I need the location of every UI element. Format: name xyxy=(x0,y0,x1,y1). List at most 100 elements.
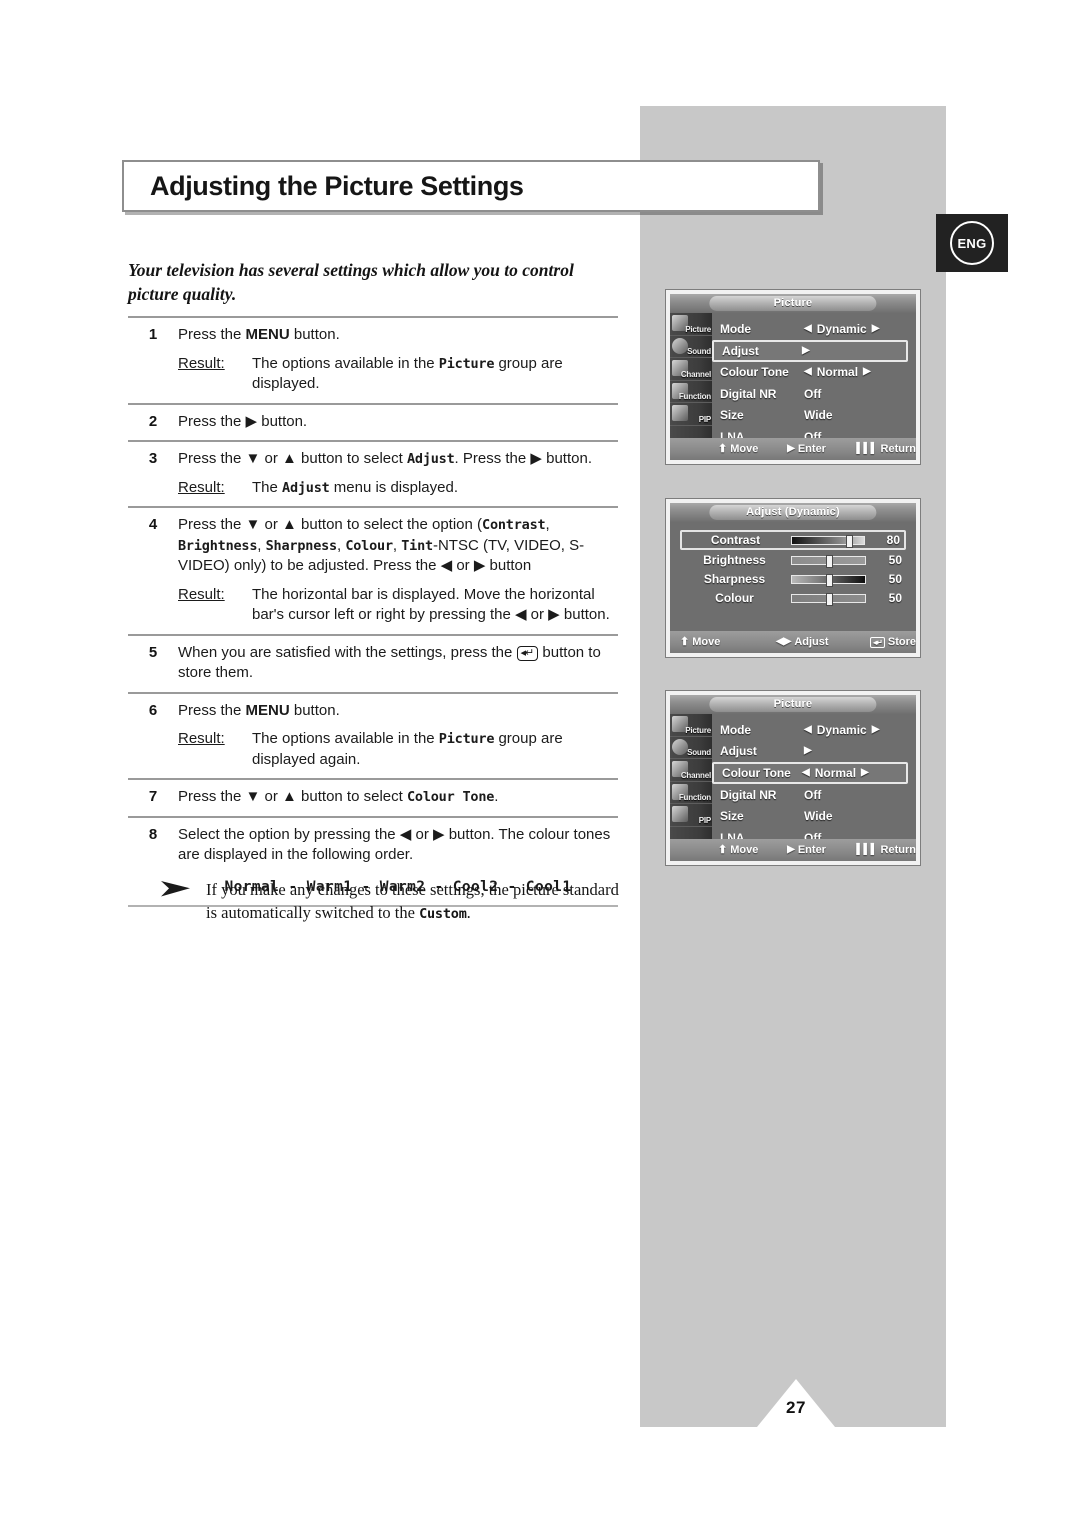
result-label: Result: xyxy=(178,354,225,372)
step-number: 6 xyxy=(148,701,158,719)
pip-icon xyxy=(672,806,688,822)
osd-row-mode[interactable]: Mode ◀ Dynamic ▶ xyxy=(712,719,908,741)
sound-icon xyxy=(672,337,688,354)
osd-picture-menu-1: Picture Picture Sound Channel Function P… xyxy=(665,289,921,465)
osd-row-size[interactable]: Size Wide xyxy=(712,405,908,427)
steps-list: 1 Press the MENU button. Result: The opt… xyxy=(128,316,618,907)
result-text: The Adjust menu is displayed. xyxy=(252,478,458,496)
left-arrow-icon: ◀ xyxy=(804,322,812,334)
step-number: 4 xyxy=(148,516,158,533)
footer-store[interactable]: ◂↵ Store xyxy=(870,636,916,648)
sharpness-slider[interactable] xyxy=(790,573,867,587)
osd-row-adjust[interactable]: Adjust ▶ xyxy=(712,741,908,763)
sidebar-item-function[interactable]: Function xyxy=(670,381,712,403)
footer-adjust[interactable]: ◀▶ Adjust xyxy=(776,636,870,648)
result-text: The horizontal bar is displayed. Move th… xyxy=(252,585,610,624)
step-3: 3 Press the ▼ or ▲ button to select Adju… xyxy=(128,442,618,506)
step-body: Press the MENU button. Result: The optio… xyxy=(178,325,618,395)
osd-title: Picture xyxy=(709,296,877,311)
footer-move[interactable]: ⬆︎ Move xyxy=(680,636,776,648)
store-key-icon: ◂↵ xyxy=(870,636,885,648)
footer-move[interactable]: ⬆︎ Move xyxy=(718,443,787,455)
osd-row-colour-tone[interactable]: Colour Tone ◀ Normal ▶ xyxy=(712,362,908,384)
osd-body: Mode ◀ Dynamic ▶ Adjust ▶ Colour Tone ◀ Nor… xyxy=(712,313,916,444)
osd-titlebar: Adjust (Dynamic) xyxy=(670,503,916,522)
menu-bars-icon: ▌▌▌ xyxy=(856,443,878,454)
osd-row-adjust[interactable]: Adjust ▶ xyxy=(712,339,908,362)
right-arrow-icon: ▶ xyxy=(861,767,869,778)
menu-bars-icon: ▌▌▌ xyxy=(856,844,878,855)
step-number: 5 xyxy=(148,643,158,661)
step-text: Press the ▶ button. xyxy=(178,412,308,430)
osd-inner: Adjust (Dynamic) Contrast 80 Brightness … xyxy=(670,503,916,653)
note-block: If you make any changes to these setting… xyxy=(160,878,620,926)
right-arrow-icon: ▶ xyxy=(863,366,871,378)
slider-row-contrast[interactable]: Contrast 80 xyxy=(680,530,906,550)
right-arrow-icon: ▶ xyxy=(804,745,812,757)
step-1: 1 Press the MENU button. Result: The opt… xyxy=(128,318,618,403)
step-5: 5 When you are satisfied with the settin… xyxy=(128,636,618,692)
sidebar-item-picture[interactable]: Picture xyxy=(670,313,712,336)
sidebar-item-pip[interactable]: PIP xyxy=(670,804,712,827)
step-text-tail: button. xyxy=(289,326,340,343)
osd-row-digital-nr[interactable]: Digital NR Off xyxy=(712,383,908,405)
osd-footer: ⬆︎ Move ▶ Enter ▌▌▌ Return xyxy=(670,839,916,861)
footer-enter[interactable]: ▶ Enter xyxy=(787,443,856,455)
ui-term: Colour Tone xyxy=(406,789,495,805)
osd-row-mode[interactable]: Mode ◀ Dynamic ▶ xyxy=(712,318,908,340)
step-6: 6 Press the MENU button. Result: The opt… xyxy=(128,694,618,779)
footer-enter[interactable]: ▶ Enter xyxy=(787,844,856,856)
up-down-icon: ⬆︎ xyxy=(718,843,728,856)
osd-title: Adjust (Dynamic) xyxy=(709,505,877,520)
result-row: Result: The options available in the Pic… xyxy=(178,354,618,395)
step-body: Press the ▼ or ▲ button to select the op… xyxy=(178,515,618,626)
slider-row-sharpness[interactable]: Sharpness 50 xyxy=(680,570,906,588)
osd-inner: Picture Picture Sound Channel Function P… xyxy=(670,294,916,460)
osd-body: Mode ◀ Dynamic ▶ Adjust ▶ Colour Tone ◀ Nor… xyxy=(712,714,916,845)
left-right-icon: ◀▶ xyxy=(775,636,792,647)
sidebar-item-sound[interactable]: Sound xyxy=(670,737,712,759)
ui-term: Custom xyxy=(419,906,467,922)
sidebar-item-function[interactable]: Function xyxy=(670,782,712,804)
ui-term: Picture xyxy=(438,355,495,372)
footer-move[interactable]: ⬆︎ Move xyxy=(718,844,787,856)
osd-row-size[interactable]: Size Wide xyxy=(712,806,908,828)
osd-titlebar: Picture xyxy=(670,294,916,313)
pip-icon xyxy=(672,405,688,421)
osd-row-digital-nr[interactable]: Digital NR Off xyxy=(712,784,908,806)
osd-adjust-menu: Adjust (Dynamic) Contrast 80 Brightness … xyxy=(665,498,921,658)
contrast-slider[interactable] xyxy=(790,534,865,548)
sidebar-item-channel[interactable]: Channel xyxy=(670,759,712,782)
slider-row-brightness[interactable]: Brightness 50 xyxy=(680,551,906,569)
step-body: Press the MENU button. Result: The optio… xyxy=(178,701,618,771)
sidebar-item-pip[interactable]: PIP xyxy=(670,403,712,426)
brightness-slider[interactable] xyxy=(790,554,867,568)
result-label: Result: xyxy=(178,730,225,747)
osd-inner: Picture Picture Sound Channel Function P… xyxy=(670,695,916,861)
osd-titlebar: Picture xyxy=(670,695,916,714)
sidebar-item-channel[interactable]: Channel xyxy=(670,358,712,381)
osd-body: Contrast 80 Brightness 50 Sharpness 50 C… xyxy=(670,522,916,631)
ui-term: Adjust xyxy=(406,451,455,467)
sidebar-item-picture[interactable]: Picture xyxy=(670,714,712,737)
menu-button-label: MENU xyxy=(245,701,290,719)
osd-row-colour-tone[interactable]: Colour Tone ◀ Normal ▶ xyxy=(712,762,908,784)
result-label: Result: xyxy=(178,585,225,603)
slider-row-colour[interactable]: Colour 50 xyxy=(680,589,906,607)
footer-return[interactable]: ▌▌▌ Return xyxy=(856,443,916,455)
step-7: 7 Press the ▼ or ▲ button to select Colo… xyxy=(128,780,618,816)
step-4: 4 Press the ▼ or ▲ button to select the … xyxy=(128,508,618,634)
ui-term: Contrast xyxy=(482,517,546,533)
left-arrow-icon: ◀ xyxy=(804,366,812,378)
up-down-icon: ⬆︎ xyxy=(680,635,690,648)
osd-footer: ⬆︎ Move ▶ Enter ▌▌▌ Return xyxy=(670,438,916,460)
ui-term: Brightness xyxy=(178,537,258,554)
footer-return[interactable]: ▌▌▌ Return xyxy=(856,844,916,856)
step-body: When you are satisfied with the settings… xyxy=(178,643,601,682)
step-text: Press the xyxy=(178,326,246,343)
colour-slider[interactable] xyxy=(790,592,867,606)
result-text: The options available in the Picture gro… xyxy=(252,730,563,768)
page-title-box: Adjusting the Picture Settings xyxy=(122,160,820,212)
sidebar-item-sound[interactable]: Sound xyxy=(670,336,712,358)
step-number: 3 xyxy=(148,450,158,467)
